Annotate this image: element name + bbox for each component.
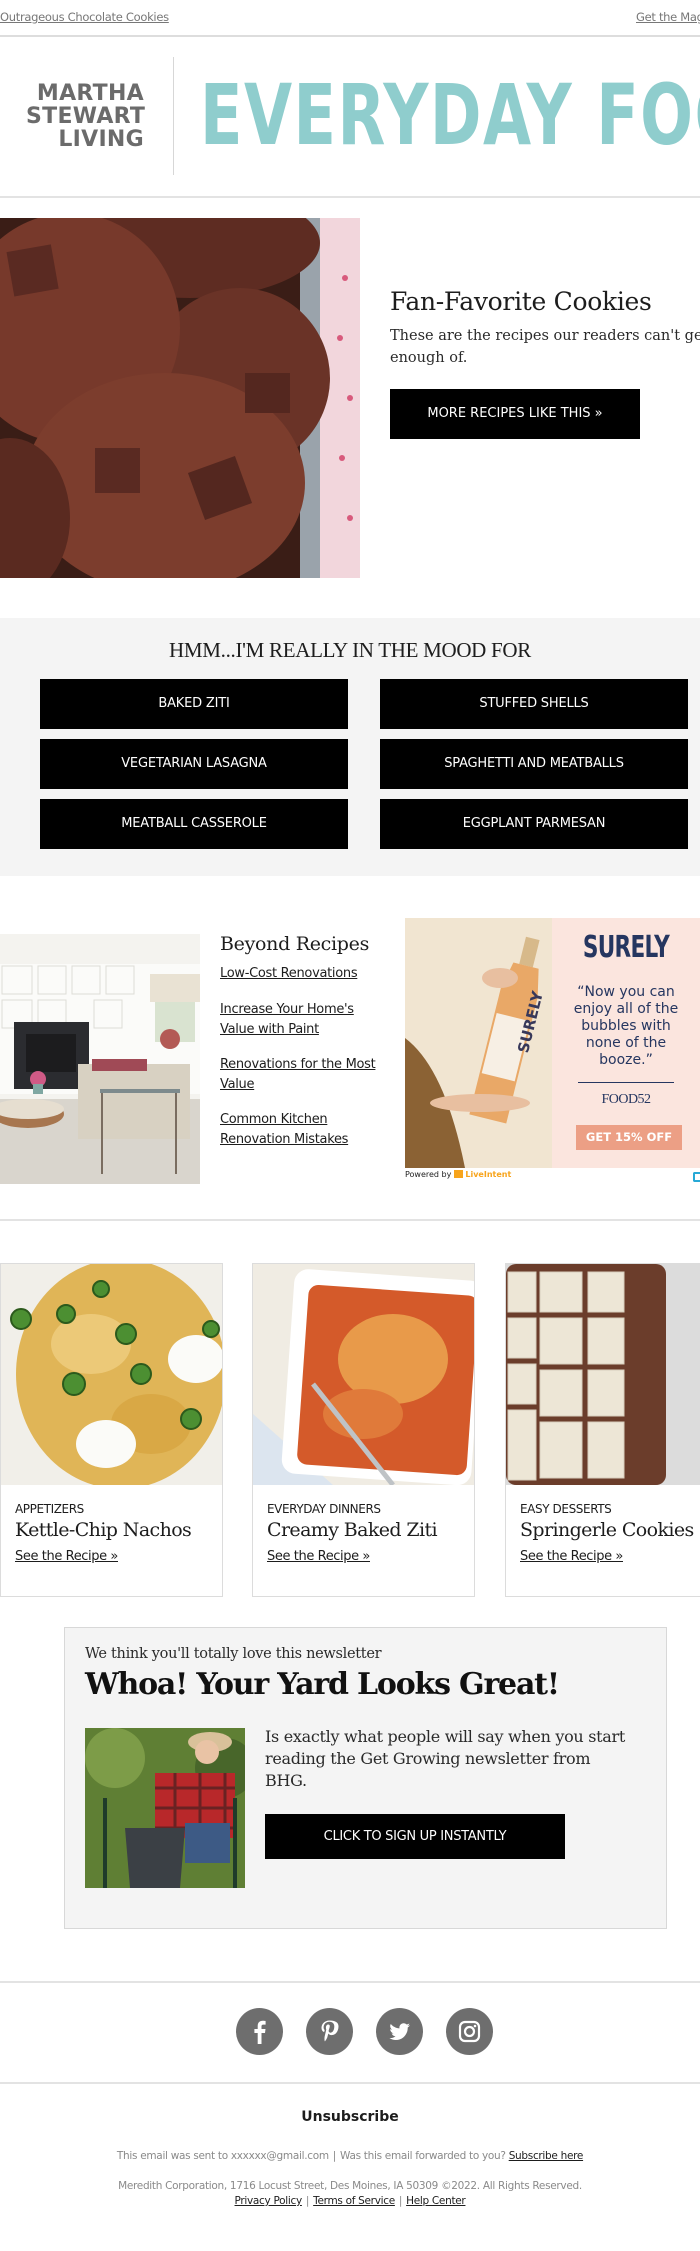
footer-address: Meredith Corporation, 1716 Locust Street…	[118, 2180, 582, 2192]
living-room-image[interactable]	[0, 934, 200, 1184]
mood-button-eggplant-parmesan[interactable]: EGGPLANT PARMESAN	[380, 799, 688, 849]
gardener-illustration	[85, 1728, 245, 1888]
sent-to-text: This email was sent to xxxxxx@gmail.com	[116, 2150, 329, 2162]
separator: |	[305, 2195, 310, 2207]
more-recipes-button[interactable]: MORE RECIPES LIKE THIS »	[390, 389, 640, 439]
recipe-card[interactable]: EASY DESSERTS Springerle Cookies See the…	[505, 1263, 700, 1597]
unsubscribe-link[interactable]: Unsubscribe	[0, 2109, 700, 2125]
sign-up-button[interactable]: CLICK TO SIGN UP INSTANTLY	[265, 1814, 565, 1859]
twitter-button[interactable]	[376, 2008, 423, 2055]
promo-description: Is exactly what people will say when you…	[265, 1727, 625, 1790]
subscribe-here-link[interactable]: Subscribe here	[509, 2150, 584, 2162]
mood-button-spaghetti-meatballs[interactable]: SPAGHETTI AND MEATBALLS	[380, 739, 688, 789]
recipe-category: EVERYDAY DINNERS	[267, 1502, 381, 1516]
nachos-illustration	[1, 1264, 222, 1485]
surely-advertisement[interactable]: SURELY SURELY “Now you can enjoy all of …	[405, 918, 700, 1168]
living-room-illustration	[0, 934, 200, 1184]
see-recipe-link[interactable]: See the Recipe »	[267, 1549, 370, 1564]
liveintent-name: LiveIntent	[465, 1170, 512, 1179]
see-recipe-link[interactable]: See the Recipe »	[520, 1549, 623, 1564]
springerle-illustration	[506, 1264, 700, 1485]
liveintent-logo-icon	[454, 1170, 464, 1178]
promo-kicker: We think you'll totally love this newsle…	[85, 1646, 382, 1662]
recipe-image-nachos[interactable]	[1, 1264, 222, 1485]
instagram-button[interactable]	[446, 2008, 493, 2055]
powered-by-label: Powered by	[405, 1170, 452, 1179]
wine-bottle-illustration: SURELY	[405, 918, 552, 1168]
logo-line-2: STEWART	[26, 104, 146, 129]
pinterest-button[interactable]	[306, 2008, 353, 2055]
mood-button-vegetarian-lasagna[interactable]: VEGETARIAN LASAGNA	[40, 739, 348, 789]
forwarded-text: Was this email forwarded to you?	[340, 2150, 506, 2162]
promo-title: Whoa! Your Yard Looks Great!	[85, 1667, 560, 1702]
beyond-link-home-value-paint[interactable]: Increase Your Home's Value with Paint	[220, 1000, 380, 1040]
footer-sent-to-line: This email was sent to xxxxxx@gmail.com |…	[0, 2150, 700, 2162]
mood-button-stuffed-shells[interactable]: STUFFED SHELLS	[380, 679, 688, 729]
baked-ziti-illustration	[253, 1264, 474, 1485]
logo-line-3: LIVING	[58, 127, 144, 152]
ad-divider	[578, 1082, 674, 1083]
ad-brand-logo: SURELY	[582, 930, 670, 965]
footer-divider-top	[0, 1981, 700, 1983]
header-divider	[0, 196, 700, 198]
section-divider	[0, 1219, 700, 1221]
recipe-title[interactable]: Springerle Cookies	[520, 1519, 694, 1541]
facebook-icon	[254, 2020, 266, 2044]
beyond-link-renovations-most-value[interactable]: Renovations for the Most Value	[220, 1055, 380, 1095]
mood-button-meatball-casserole[interactable]: MEATBALL CASSEROLE	[40, 799, 348, 849]
privacy-policy-link[interactable]: Privacy Policy	[235, 2195, 303, 2207]
logo-line-1: MARTHA	[36, 81, 144, 106]
hero-title: Fan-Favorite Cookies	[390, 287, 652, 316]
hero-cookies-image[interactable]	[0, 218, 360, 578]
help-center-link[interactable]: Help Center	[406, 2195, 466, 2207]
preheader-article-link[interactable]: Outrageous Chocolate Cookies	[0, 10, 169, 24]
facebook-button[interactable]	[236, 2008, 283, 2055]
ad-powered-by[interactable]: Powered by LiveIntent	[405, 1170, 511, 1179]
recipe-title[interactable]: Kettle-Chip Nachos	[15, 1519, 192, 1541]
beyond-recipes-title: Beyond Recipes	[220, 933, 370, 955]
mood-title: HMM...I'M REALLY IN THE MOOD FOR	[169, 638, 531, 662]
recipe-card[interactable]: APPETIZERS Kettle-Chip Nachos See the Re…	[0, 1263, 223, 1597]
see-recipe-link[interactable]: See the Recipe »	[15, 1549, 118, 1564]
separator: |	[332, 2150, 337, 2162]
terms-of-service-link[interactable]: Terms of Service	[313, 2195, 395, 2207]
recipe-title[interactable]: Creamy Baked Ziti	[267, 1519, 438, 1541]
recipe-image-springerle[interactable]	[506, 1264, 700, 1485]
beyond-link-low-cost-renovations[interactable]: Low-Cost Renovations	[220, 964, 380, 984]
ad-quote: “Now you can enjoy all of the bubbles wi…	[573, 984, 679, 1068]
cookies-illustration	[0, 218, 360, 578]
recipe-category: APPETIZERS	[15, 1502, 84, 1516]
mood-button-baked-ziti[interactable]: BAKED ZITI	[40, 679, 348, 729]
recipe-card[interactable]: EVERYDAY DINNERS Creamy Baked Ziti See t…	[252, 1263, 475, 1597]
beyond-link-kitchen-mistakes[interactable]: Common Kitchen Renovation Mistakes	[220, 1110, 380, 1150]
hero-description: These are the recipes our readers can't …	[390, 328, 700, 366]
recipe-image-baked-ziti[interactable]	[253, 1264, 474, 1485]
everyday-food-logo[interactable]: EVERYDAY FOOD	[200, 60, 700, 170]
pinterest-icon	[321, 2020, 339, 2042]
separator: |	[398, 2195, 403, 2207]
instagram-icon	[458, 2020, 481, 2043]
ad-copy-panel: SURELY “Now you can enjoy all of the bub…	[552, 918, 700, 1168]
ad-bottle-photo: SURELY	[405, 918, 552, 1168]
adchoices-icon[interactable]	[693, 1172, 700, 1182]
twitter-icon	[389, 2023, 410, 2040]
ad-source: FOOD52	[601, 1092, 651, 1107]
martha-stewart-living-logo[interactable]: MARTHA STEWART LIVING	[26, 81, 146, 152]
footer-legal-links: Privacy Policy | Terms of Service | Help Cen…	[0, 2195, 700, 2207]
ad-cta-button[interactable]: GET 15% OFF	[576, 1125, 682, 1150]
recipe-category: EASY DESSERTS	[520, 1502, 612, 1516]
gardener-image[interactable]	[85, 1728, 245, 1888]
preheader-magazine-link[interactable]: Get the Magazine	[636, 10, 700, 24]
logo-divider	[173, 57, 174, 175]
footer-divider-bottom	[0, 2082, 700, 2084]
